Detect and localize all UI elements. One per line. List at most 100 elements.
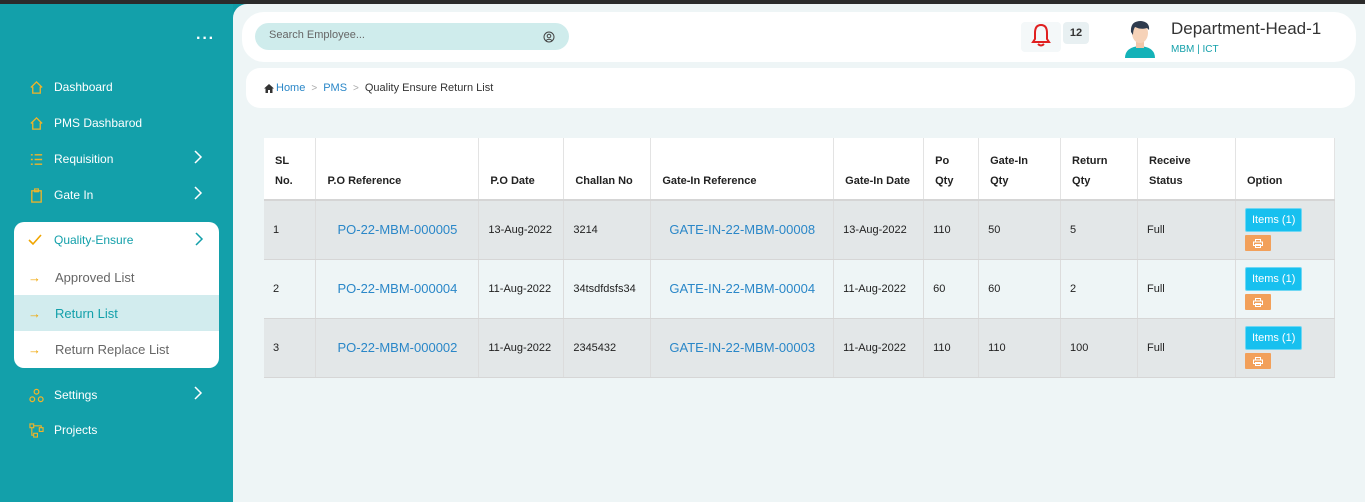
sidebar-item-quality-ensure[interactable]: Quality-Ensure [14, 222, 219, 258]
check-icon [28, 234, 42, 246]
home-icon [264, 83, 274, 93]
cell-challan-no: 3214 [563, 200, 652, 260]
arrow-right-icon: → [28, 269, 41, 285]
top-header: 12 Department-Head-1 MBM | ICT [242, 12, 1356, 62]
cell-return-qty: 5 [1060, 200, 1139, 260]
print-icon [1252, 297, 1263, 307]
sidebar-item-label: Requisition [54, 152, 114, 166]
submenu-item-return-list[interactable]: → Return List [14, 295, 219, 331]
breadcrumb-home[interactable]: Home [264, 82, 305, 94]
cell-return-qty: 2 [1060, 259, 1139, 319]
submenu-item-label: Return Replace List [55, 341, 170, 357]
list-icon [28, 151, 44, 167]
quality-ensure-submenu: Quality-Ensure → Approved List → Return … [14, 222, 219, 368]
breadcrumb-home-label: Home [276, 82, 306, 94]
cell-po-date: 11-Aug-2022 [478, 318, 565, 378]
cell-receive-status: Full [1137, 200, 1236, 260]
cell-sl: 1 [264, 200, 317, 260]
arrow-right-icon: → [28, 305, 41, 321]
print-button[interactable] [1244, 294, 1271, 310]
search-input[interactable] [269, 29, 529, 41]
sidebar-item-settings[interactable]: Settings [28, 384, 208, 406]
cell-sl: 3 [264, 318, 317, 378]
cell-gate-in-qty: 110 [978, 318, 1062, 378]
cell-po-date: 11-Aug-2022 [478, 259, 565, 319]
return-list-table: SL No. P.O Reference P.O Date Challan No… [264, 138, 1336, 378]
items-button[interactable]: Items (1) [1244, 326, 1303, 350]
search-box [255, 23, 569, 50]
sidebar-item-projects[interactable]: Projects [28, 419, 208, 441]
print-icon [1252, 238, 1263, 248]
sidebar-item-gate-in[interactable]: Gate In [28, 184, 208, 206]
more-dots-icon[interactable]: ··· [196, 30, 215, 48]
table-row: 2 PO-22-MBM-000004 11-Aug-2022 34tsdfdsf… [264, 259, 1336, 319]
cell-option: Items (1) [1235, 259, 1336, 319]
bell-icon [1030, 22, 1052, 53]
sidebar-item-label: Gate In [54, 188, 94, 202]
col-header-gate-in-reference: Gate-In Reference [650, 138, 835, 201]
user-circle-icon[interactable] [543, 30, 555, 48]
cell-gate-in-qty: 50 [978, 200, 1062, 260]
sidebar-item-requisition[interactable]: Requisition [28, 148, 208, 170]
col-header-gate-in-qty: Gate-In Qty [978, 138, 1062, 201]
sidebar-item-label: Projects [54, 423, 98, 437]
cell-sl: 2 [264, 259, 317, 319]
cell-po-qty: 110 [923, 318, 980, 378]
clipboard-icon [28, 187, 44, 203]
table-row: 3 PO-22-MBM-000002 11-Aug-2022 2345432 G… [264, 318, 1336, 378]
col-header-option: Option [1235, 138, 1336, 201]
chevron-right-icon [192, 386, 204, 403]
table-row: 1 PO-22-MBM-000005 13-Aug-2022 3214 GATE… [264, 200, 1336, 260]
col-header-po-reference: P.O Reference [315, 138, 480, 201]
submenu-item-label: Return List [55, 305, 118, 321]
notification-count-badge: 12 [1063, 22, 1089, 44]
avatar[interactable] [1121, 18, 1159, 58]
cell-option: Items (1) [1235, 318, 1336, 378]
cell-challan-no: 2345432 [563, 318, 652, 378]
breadcrumb-pms[interactable]: PMS [323, 82, 347, 94]
items-button[interactable]: Items (1) [1244, 208, 1303, 233]
chevron-right-icon: > [311, 82, 318, 94]
cell-po-reference-link[interactable]: PO-22-MBM-000005 [315, 200, 480, 260]
col-header-po-qty: Po Qty [923, 138, 980, 201]
notification-bell-button[interactable] [1021, 22, 1061, 52]
sidebar-item-label: PMS Dashbarod [54, 116, 143, 130]
chevron-right-icon [193, 232, 205, 249]
cell-po-reference-link[interactable]: PO-22-MBM-000002 [315, 318, 480, 378]
cell-gate-in-reference-link[interactable]: GATE-IN-22-MBM-00004 [650, 259, 835, 319]
submenu-item-approved-list[interactable]: → Approved List [14, 259, 219, 295]
col-header-return-qty: Return Qty [1060, 138, 1139, 201]
submenu-item-label: Approved List [55, 269, 135, 285]
cell-receive-status: Full [1137, 259, 1236, 319]
sidebar: ··· Dashboard PMS Dashbarod Requisition … [0, 4, 233, 502]
chevron-right-icon: > [353, 82, 359, 94]
sidebar-item-pms-dashboard[interactable]: PMS Dashbarod [28, 112, 208, 134]
col-header-receive-status: Receive Status [1137, 138, 1236, 201]
sidebar-item-label: Dashboard [54, 80, 113, 94]
cell-receive-status: Full [1137, 318, 1236, 378]
projects-icon [28, 422, 44, 438]
col-header-po-date: P.O Date [478, 138, 565, 201]
main-content: 12 Department-Head-1 MBM | ICT Home > PM… [233, 4, 1365, 502]
cell-po-qty: 60 [923, 259, 980, 319]
cell-gate-in-date: 11-Aug-2022 [833, 318, 925, 378]
arrow-right-icon: → [28, 341, 41, 357]
col-header-challan-no: Challan No [563, 138, 652, 201]
cell-challan-no: 34tsdfdsfs34 [563, 259, 652, 319]
cell-return-qty: 100 [1060, 318, 1139, 378]
cell-gate-in-reference-link[interactable]: GATE-IN-22-MBM-00003 [650, 318, 835, 378]
breadcrumb: Home > PMS > Quality Ensure Return List [246, 68, 1355, 108]
sidebar-item-label: Settings [54, 388, 98, 402]
cell-po-qty: 110 [923, 200, 980, 260]
cell-po-reference-link[interactable]: PO-22-MBM-000004 [315, 259, 480, 319]
items-button[interactable]: Items (1) [1244, 267, 1303, 291]
sidebar-item-dashboard[interactable]: Dashboard [28, 76, 208, 98]
print-icon [1252, 356, 1263, 366]
print-button[interactable] [1244, 235, 1271, 252]
print-button[interactable] [1244, 353, 1271, 369]
home-icon [28, 79, 44, 95]
user-department: MBM | ICT [1171, 44, 1219, 55]
cell-gate-in-reference-link[interactable]: GATE-IN-22-MBM-00008 [650, 200, 835, 260]
user-name: Department-Head-1 [1171, 19, 1322, 38]
submenu-item-return-replace-list[interactable]: → Return Replace List [14, 331, 219, 367]
